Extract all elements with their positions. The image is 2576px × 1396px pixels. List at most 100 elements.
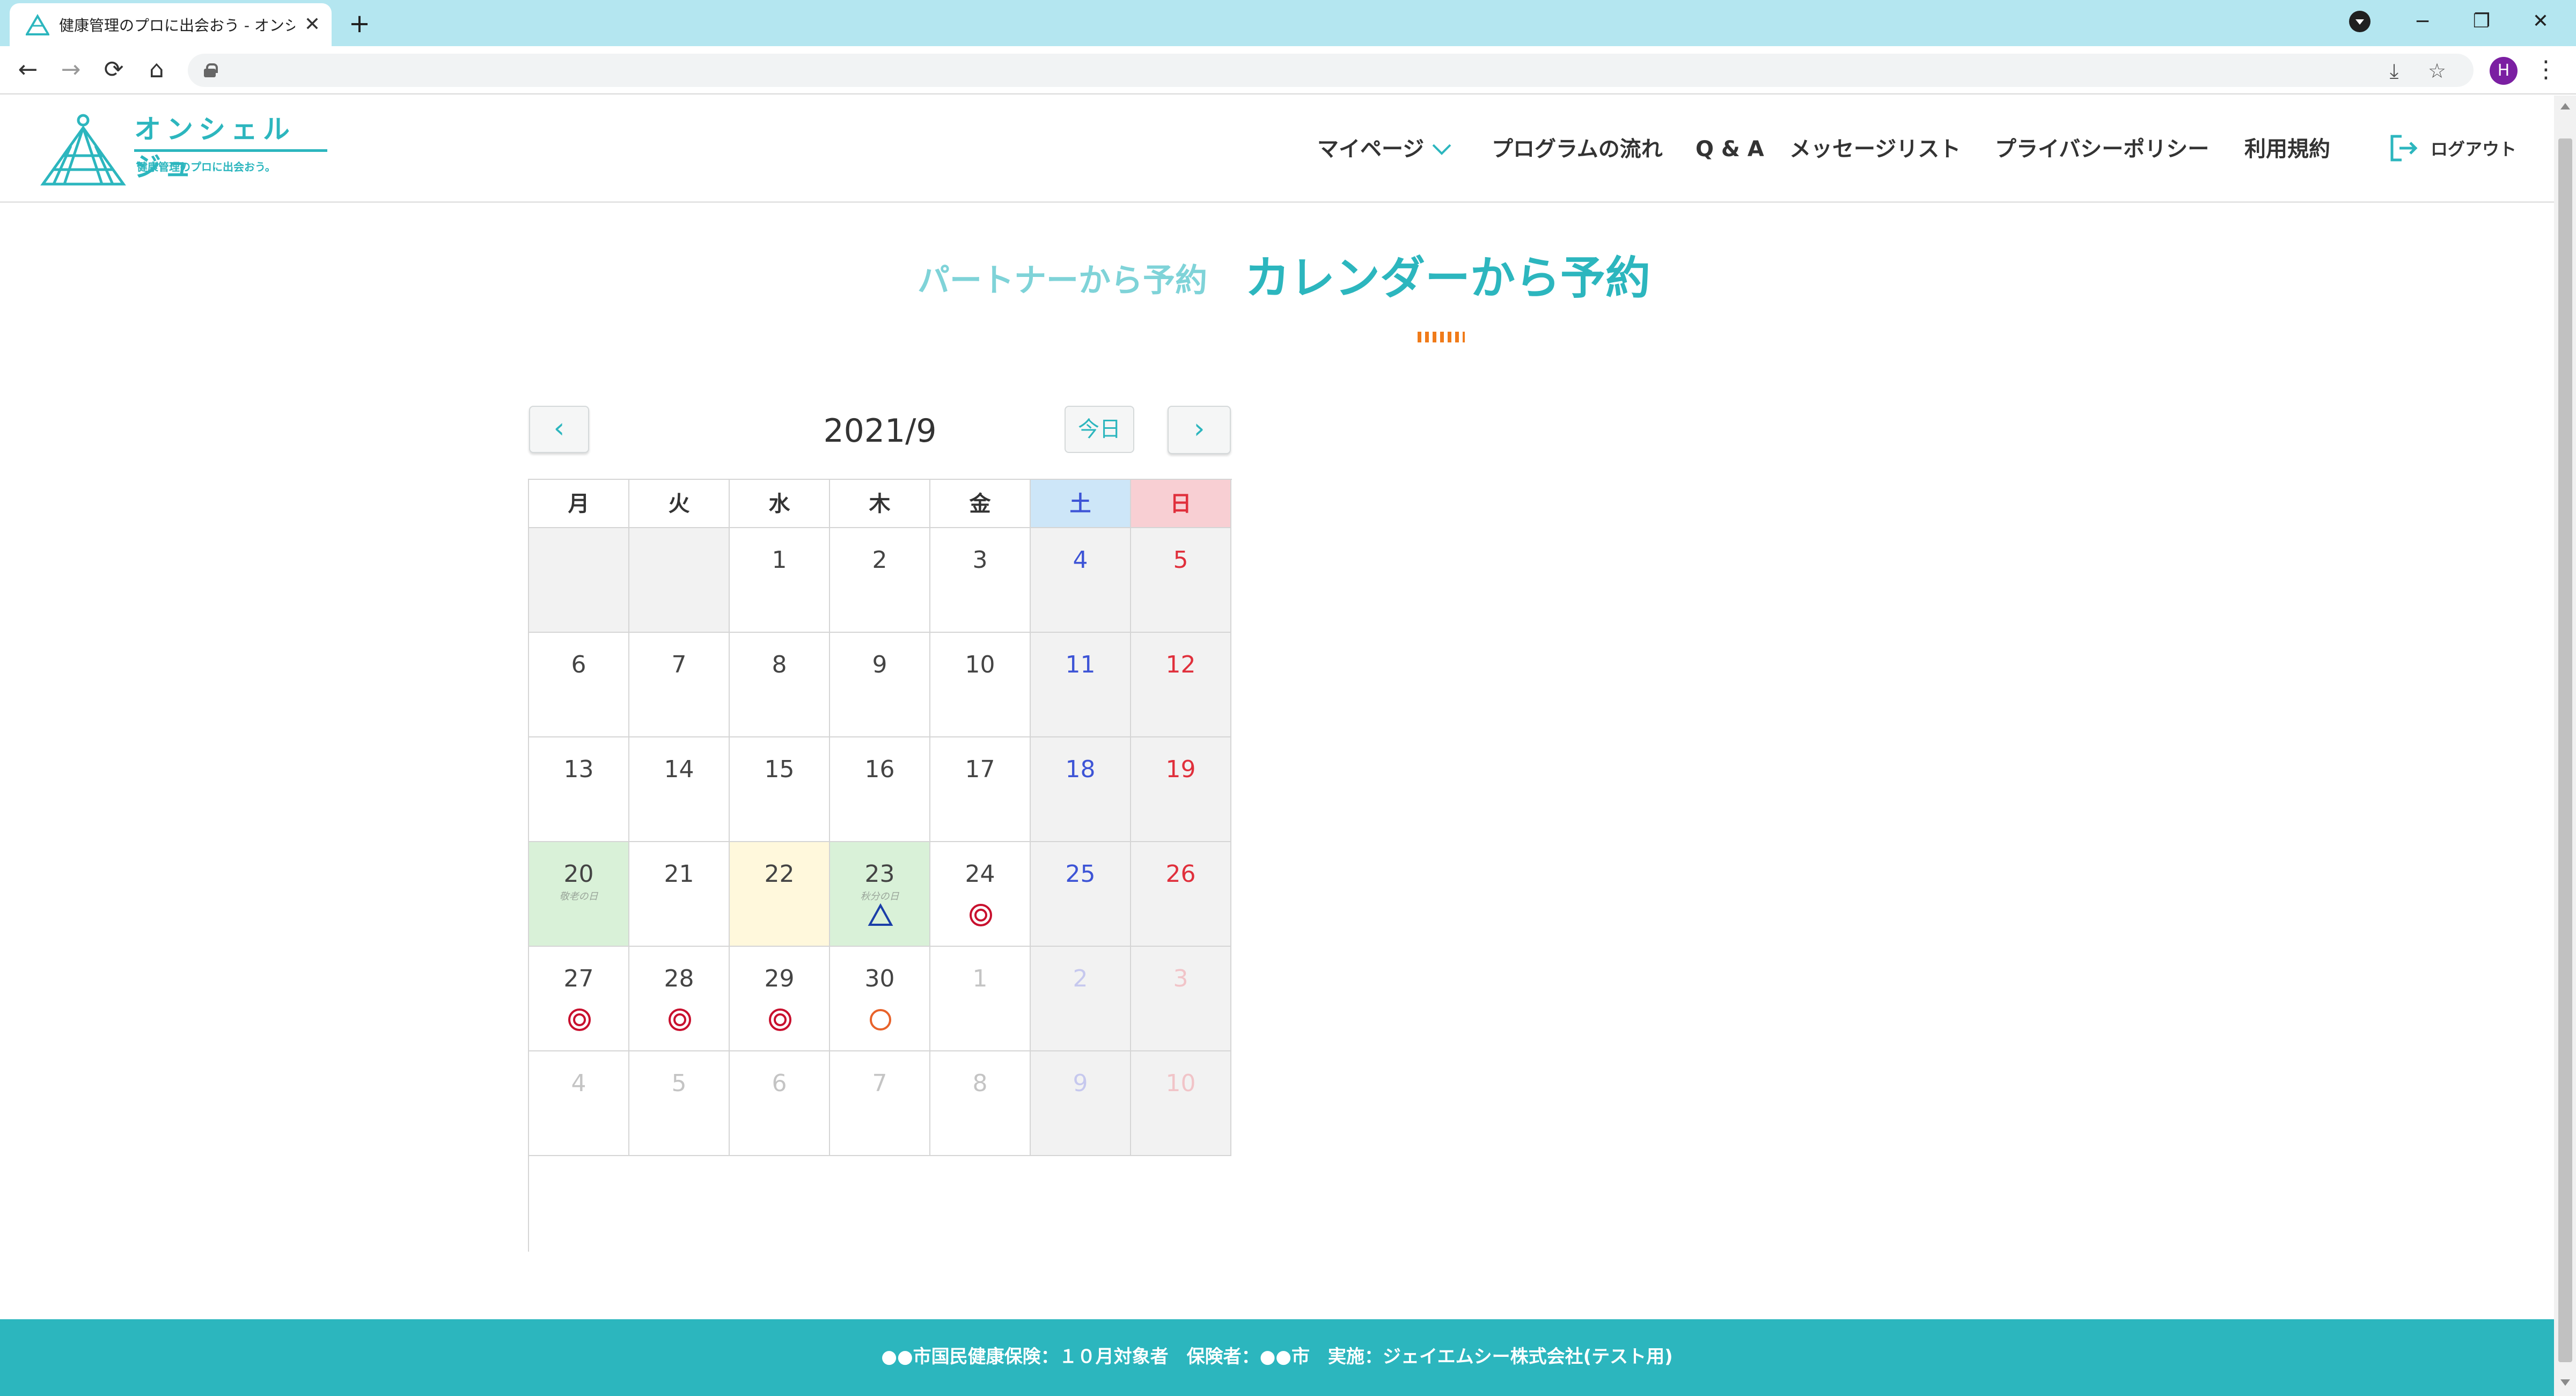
day-number: 25	[1065, 860, 1096, 888]
day-number: 10	[1165, 1070, 1196, 1097]
profile-avatar[interactable]: H	[2490, 57, 2518, 85]
site-footer: ●●市国民健康保険：１０月対象者 保険者：●●市 実施：ジェイエムシー株式会社(…	[0, 1319, 2554, 1396]
tab-search-icon[interactable]	[2349, 11, 2370, 32]
day-cell[interactable]: 11	[1031, 633, 1131, 737]
reload-button[interactable]: ⟳	[98, 54, 130, 86]
nav-terms[interactable]: 利用規約	[2244, 133, 2330, 165]
day-cell[interactable]: 26	[1131, 842, 1231, 947]
browser-menu-icon[interactable]: ⋮	[2533, 54, 2559, 86]
day-cell[interactable]: 9	[1031, 1051, 1131, 1156]
day-cell[interactable]: 16	[830, 737, 930, 842]
tab-title: 健康管理のプロに出会おう - オンシェ	[59, 17, 295, 34]
triangle-availability-icon[interactable]	[868, 902, 893, 928]
tab-reserve-from-partner[interactable]: パートナーから予約	[912, 257, 1213, 305]
day-cell[interactable]: 12	[1131, 633, 1231, 737]
day-number: 30	[864, 965, 895, 992]
bookmark-star-icon[interactable]: ☆	[2425, 59, 2449, 83]
day-number: 15	[764, 756, 795, 783]
day-cell[interactable]: 8	[730, 633, 830, 737]
logout-icon[interactable]	[2388, 132, 2420, 164]
home-button[interactable]: ⌂	[141, 54, 173, 86]
day-cell[interactable]: 28	[629, 947, 730, 1051]
maximize-button[interactable]: ❐	[2463, 5, 2500, 38]
day-cell[interactable]: 2	[1031, 947, 1131, 1051]
day-number: 2	[872, 546, 887, 574]
tab-reserve-from-calendar[interactable]: カレンダーから予約	[1245, 251, 1650, 305]
day-cell[interactable]: 9	[830, 633, 930, 737]
day-number: 11	[1065, 651, 1096, 678]
day-cell[interactable]: 25	[1031, 842, 1131, 947]
day-cell[interactable]: 7	[830, 1051, 930, 1156]
prev-month-button[interactable]: ‹	[529, 406, 589, 453]
logo-mountain-icon[interactable]	[38, 112, 129, 187]
weekday-header: 月	[529, 480, 629, 528]
double-circle-availability-icon[interactable]	[767, 1007, 793, 1033]
day-cell[interactable]: 8	[930, 1051, 1031, 1156]
holiday-name: 敬老の日	[559, 891, 598, 902]
day-number: 8	[772, 651, 787, 678]
day-number: 7	[671, 651, 687, 678]
day-cell[interactable]: 1	[930, 947, 1031, 1051]
day-cell[interactable]: 6	[730, 1051, 830, 1156]
browser-tab[interactable]: 健康管理のプロに出会おう - オンシェ ✕	[10, 3, 332, 46]
nav-qa[interactable]: Q & A	[1696, 133, 1764, 165]
day-cell[interactable]: 17	[930, 737, 1031, 842]
day-cell[interactable]: 10	[1131, 1051, 1231, 1156]
day-cell[interactable]: 3	[930, 528, 1031, 633]
double-circle-availability-icon[interactable]	[667, 1007, 693, 1033]
day-cell[interactable]: 24	[930, 842, 1031, 947]
nav-message-list[interactable]: メッセージリスト	[1789, 133, 1961, 165]
day-cell[interactable]: 5	[1131, 528, 1231, 633]
nav-privacy-policy[interactable]: プライバシーポリシー	[1995, 133, 2209, 165]
day-cell[interactable]: 3	[1131, 947, 1231, 1051]
forward-button[interactable]: →	[55, 54, 87, 86]
day-cell[interactable]: 4	[1031, 528, 1131, 633]
day-number: 24	[965, 860, 995, 888]
circle-availability-icon[interactable]	[868, 1007, 893, 1033]
double-circle-availability-icon[interactable]	[567, 1007, 592, 1033]
install-icon[interactable]: ⤓	[2382, 59, 2406, 83]
scroll-down-icon[interactable]	[2560, 1379, 2570, 1386]
day-cell[interactable]: 13	[529, 737, 629, 842]
lock-icon[interactable]	[204, 63, 218, 77]
page-scrollbar[interactable]	[2554, 96, 2576, 1396]
day-cell[interactable]: 29	[730, 947, 830, 1051]
address-bar[interactable]: ⤓ ☆	[188, 54, 2474, 87]
day-cell[interactable]: 2	[830, 528, 930, 633]
day-cell[interactable]: 18	[1031, 737, 1131, 842]
scroll-up-icon[interactable]	[2560, 103, 2570, 109]
day-cell[interactable]: 15	[730, 737, 830, 842]
tab-close-icon[interactable]: ✕	[299, 12, 325, 38]
day-cell[interactable]: 7	[629, 633, 730, 737]
next-month-button[interactable]: ›	[1168, 406, 1231, 454]
nav-program-flow[interactable]: プログラムの流れ	[1492, 133, 1663, 165]
day-cell[interactable]: 10	[930, 633, 1031, 737]
day-cell[interactable]: 23 秋分の日	[830, 842, 930, 947]
day-cell[interactable]: 14	[629, 737, 730, 842]
window-close-button[interactable]: ✕	[2522, 5, 2559, 38]
day-number: 5	[1173, 546, 1188, 574]
browser-tab-bar: 健康管理のプロに出会おう - オンシェ ✕ + − ❐ ✕	[0, 0, 2576, 46]
nav-mypage[interactable]: マイページ	[1317, 133, 1451, 165]
day-cell[interactable]: 6	[529, 633, 629, 737]
new-tab-button[interactable]: +	[343, 8, 376, 40]
day-cell[interactable]: 5	[629, 1051, 730, 1156]
double-circle-availability-icon[interactable]	[968, 902, 994, 928]
weekday-header: 木	[830, 480, 930, 528]
day-cell[interactable]: 27	[529, 947, 629, 1051]
logo-title[interactable]: オンシェルジュ	[134, 111, 311, 182]
day-cell[interactable]: 4	[529, 1051, 629, 1156]
day-number: 5	[671, 1070, 687, 1097]
today-button[interactable]: 今日	[1065, 406, 1134, 453]
back-button[interactable]: ←	[12, 54, 44, 86]
day-cell[interactable]: 19	[1131, 737, 1231, 842]
day-cell[interactable]: 30	[830, 947, 930, 1051]
scrollbar-thumb[interactable]	[2558, 138, 2572, 1362]
logout-link[interactable]: ログアウト	[2431, 133, 2516, 165]
day-cell[interactable]: 21	[629, 842, 730, 947]
day-cell[interactable]: 20 敬老の日	[529, 842, 629, 947]
minimize-button[interactable]: −	[2404, 5, 2441, 38]
day-cell[interactable]: 22	[730, 842, 830, 947]
calendar-grid: 月火水木金土日 1 2 3 4 5 6 7 8 9 10 11 12 13 14 15 16 17 18 19 20 敬老…	[528, 479, 1232, 1252]
day-cell[interactable]: 1	[730, 528, 830, 633]
